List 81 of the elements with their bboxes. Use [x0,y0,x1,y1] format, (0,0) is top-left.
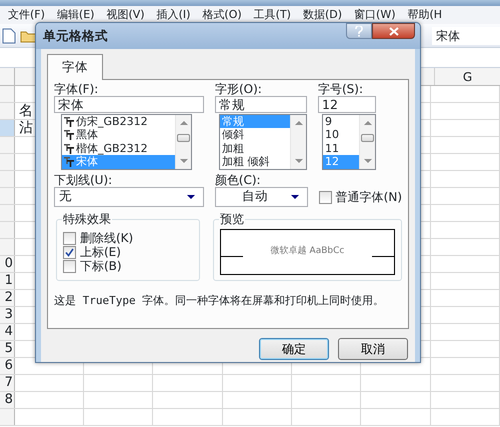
dialog-button[interactable]: 确定 [259,338,329,360]
menu-item[interactable]: 窗口(W) [348,7,402,23]
window-title: 单元格格式 [43,26,108,45]
row-header[interactable] [0,222,15,238]
row-header[interactable]: 5 [0,341,15,357]
row-header[interactable] [0,103,15,119]
row-header[interactable]: 6 [0,358,15,374]
field-label: 字体(F): [54,82,100,96]
row-header[interactable]: 8 [0,392,15,408]
dialog-button[interactable]: 取消 [338,338,408,360]
row-header[interactable]: 0 [0,256,15,272]
checkbox[interactable] [318,190,332,204]
checkbox[interactable] [63,260,76,274]
menu-item[interactable]: 帮助(H [402,7,448,23]
tab[interactable]: 字体 [47,54,103,80]
new-document-icon[interactable] [2,28,16,44]
folder-icon[interactable] [20,28,38,42]
row-header[interactable] [0,188,15,204]
list-box[interactable]: 仿宋_GB2312 黑体 楷体_GB2312 宋体 [61,114,192,170]
description-text: 这是 TrueType 字体。同一种字体将在屏幕和打印机上同时使用。 [54,292,386,309]
list-item[interactable]: 倾斜 [220,128,290,142]
group-title: 预览 [219,212,246,226]
row-header[interactable] [0,154,15,170]
checkbox-label: 删除线(K) [80,232,134,246]
close-icon [388,27,398,36]
menu-item[interactable]: 视图(V) [100,7,151,23]
font-name-field[interactable]: 宋体 [432,27,500,45]
scrollbar[interactable] [290,114,306,169]
menu-item[interactable]: 编辑(E) [50,7,100,23]
checkbox-label: 下标(B) [80,260,122,274]
column-header[interactable]: G [435,68,500,85]
checkbox-label: 普通字体(N) [336,190,402,204]
row-header[interactable] [0,137,15,153]
list-item[interactable]: 加粗 倾斜 [220,155,290,169]
input-field[interactable]: 12 [318,96,376,113]
field-label: 颜色(C): [214,174,262,187]
group-title: 特殊效果 [62,212,112,226]
menu-item[interactable]: 插入(I) [150,7,196,23]
row-header[interactable]: 7 [0,375,15,391]
row-header[interactable]: 3 [0,307,15,323]
input-field[interactable]: 常规 [215,96,307,113]
truetype-icon [64,144,74,154]
row-header[interactable] [0,171,15,187]
row-header[interactable]: 4 [0,324,15,340]
scrollbar[interactable] [359,114,375,169]
dropdown[interactable]: 自动 [214,186,308,207]
truetype-icon [64,130,74,140]
row-header[interactable] [0,86,15,102]
scrollbar[interactable] [175,114,191,169]
row-header[interactable] [0,409,15,425]
list-item[interactable]: 10 [323,128,359,142]
truetype-icon [64,116,74,126]
dropdown-arrow-icon [290,194,299,199]
row-header[interactable]: 2 [0,290,15,306]
row-header[interactable]: 1 [0,273,15,289]
input-field[interactable]: 宋体 [54,96,204,113]
list-box[interactable]: 9 10 11 12 [322,114,376,170]
checkbox[interactable] [63,232,76,246]
field-label: 下划线(U): [54,174,114,187]
list-item[interactable]: 楷体_GB2312 [62,142,175,156]
menu-item[interactable]: 数据(D) [296,7,348,23]
list-item[interactable]: 加粗 [220,142,290,156]
truetype-icon [64,157,74,167]
menu-item[interactable]: 文件(F) [2,7,51,23]
help-icon [355,26,363,37]
row-header[interactable] [0,205,15,221]
dropdown[interactable]: 无 [54,186,204,207]
field-label: 字形(O): [215,82,263,96]
help-button[interactable] [346,23,372,39]
row-header[interactable] [0,239,15,255]
field-label: 字号(S): [318,82,364,96]
checkbox[interactable] [63,246,76,260]
list-item[interactable]: 9 [323,114,359,128]
list-box[interactable]: 常规 倾斜 加粗 加粗 倾斜 [219,114,307,170]
dropdown-arrow-icon [186,194,195,199]
close-button[interactable] [372,23,415,39]
checkbox-label: 上标(E) [80,246,121,260]
menu-item[interactable]: 格式(O) [196,7,248,23]
preview-text: 微软卓越 AaBbCc [270,245,344,258]
list-item[interactable]: 11 [323,142,359,156]
menu-item[interactable]: 工具(T) [248,7,297,23]
